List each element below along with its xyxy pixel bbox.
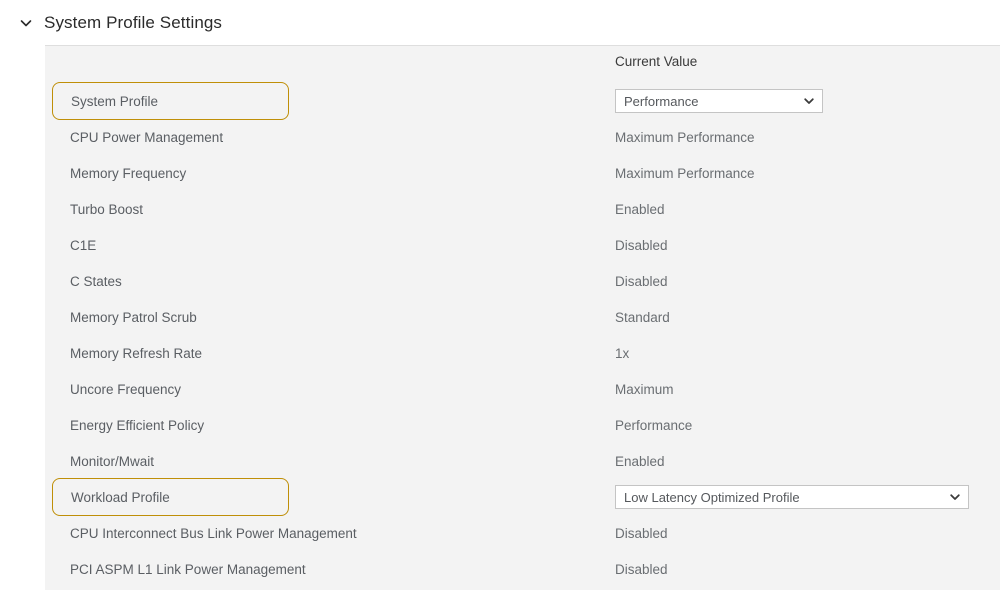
setting-value-dropdown[interactable]: Low Latency Optimized Profile bbox=[615, 485, 969, 509]
setting-value-text: Disabled bbox=[615, 515, 668, 551]
settings-row: Uncore Frequency Maximum bbox=[45, 371, 1000, 407]
settings-row: Turbo Boost Enabled bbox=[45, 191, 1000, 227]
setting-label[interactable]: Workload Profile bbox=[52, 478, 289, 516]
setting-label: CPU Interconnect Bus Link Power Manageme… bbox=[70, 515, 357, 551]
system-profile-settings-page: System Profile Settings Current Value Sy… bbox=[0, 0, 1000, 590]
dropdown-selected-value: Performance bbox=[624, 94, 698, 109]
setting-label: CPU Power Management bbox=[70, 119, 223, 155]
settings-row: PCI ASPM L1 Link Power Management Disable… bbox=[45, 551, 1000, 587]
setting-label: Turbo Boost bbox=[70, 191, 143, 227]
setting-value-text: Maximum Performance bbox=[615, 119, 755, 155]
setting-value-text: Disabled bbox=[615, 263, 668, 299]
setting-value-text: Performance bbox=[615, 407, 692, 443]
settings-row: Memory Patrol Scrub Standard bbox=[45, 299, 1000, 335]
setting-label[interactable]: System Profile bbox=[52, 82, 289, 120]
chevron-down-icon[interactable] bbox=[803, 95, 815, 107]
settings-row: C1E Disabled bbox=[45, 227, 1000, 263]
settings-row: CPU Power Management Maximum Performance bbox=[45, 119, 1000, 155]
chevron-down-icon[interactable] bbox=[18, 15, 34, 31]
settings-row: Energy Efficient Policy Performance bbox=[45, 407, 1000, 443]
setting-value-text: Maximum Performance bbox=[615, 155, 755, 191]
column-header-current-value: Current Value bbox=[615, 54, 697, 69]
setting-value-text: Disabled bbox=[615, 227, 668, 263]
setting-label: Energy Efficient Policy bbox=[70, 407, 204, 443]
setting-value-text: Standard bbox=[615, 299, 670, 335]
setting-value-text: Enabled bbox=[615, 191, 665, 227]
setting-label: C States bbox=[70, 263, 122, 299]
setting-value-dropdown[interactable]: Performance bbox=[615, 89, 823, 113]
setting-value-text: Enabled bbox=[615, 443, 665, 479]
settings-row: Memory Refresh Rate 1x bbox=[45, 335, 1000, 371]
settings-row[interactable]: Workload Profile Low Latency Optimized Pr… bbox=[45, 479, 1000, 515]
settings-row: Memory Frequency Maximum Performance bbox=[45, 155, 1000, 191]
settings-row: C States Disabled bbox=[45, 263, 1000, 299]
setting-label: Uncore Frequency bbox=[70, 371, 181, 407]
settings-row[interactable]: System Profile Performance bbox=[45, 83, 1000, 119]
setting-label: Memory Frequency bbox=[70, 155, 186, 191]
setting-value-text: Maximum bbox=[615, 371, 674, 407]
setting-label: Monitor/Mwait bbox=[70, 443, 154, 479]
settings-row: CPU Interconnect Bus Link Power Manageme… bbox=[45, 515, 1000, 551]
setting-label: Memory Patrol Scrub bbox=[70, 299, 197, 335]
dropdown-selected-value: Low Latency Optimized Profile bbox=[624, 490, 800, 505]
page-title: System Profile Settings bbox=[44, 13, 222, 33]
chevron-down-icon[interactable] bbox=[949, 491, 961, 503]
setting-label: PCI ASPM L1 Link Power Management bbox=[70, 551, 306, 587]
setting-label: C1E bbox=[70, 227, 96, 263]
setting-label: Memory Refresh Rate bbox=[70, 335, 202, 371]
setting-value-text: Disabled bbox=[615, 551, 668, 587]
settings-panel: Current Value System Profile Performance C… bbox=[45, 45, 1000, 590]
setting-value-text: 1x bbox=[615, 335, 629, 371]
settings-row: Monitor/Mwait Enabled bbox=[45, 443, 1000, 479]
section-header[interactable]: System Profile Settings bbox=[0, 0, 1000, 45]
